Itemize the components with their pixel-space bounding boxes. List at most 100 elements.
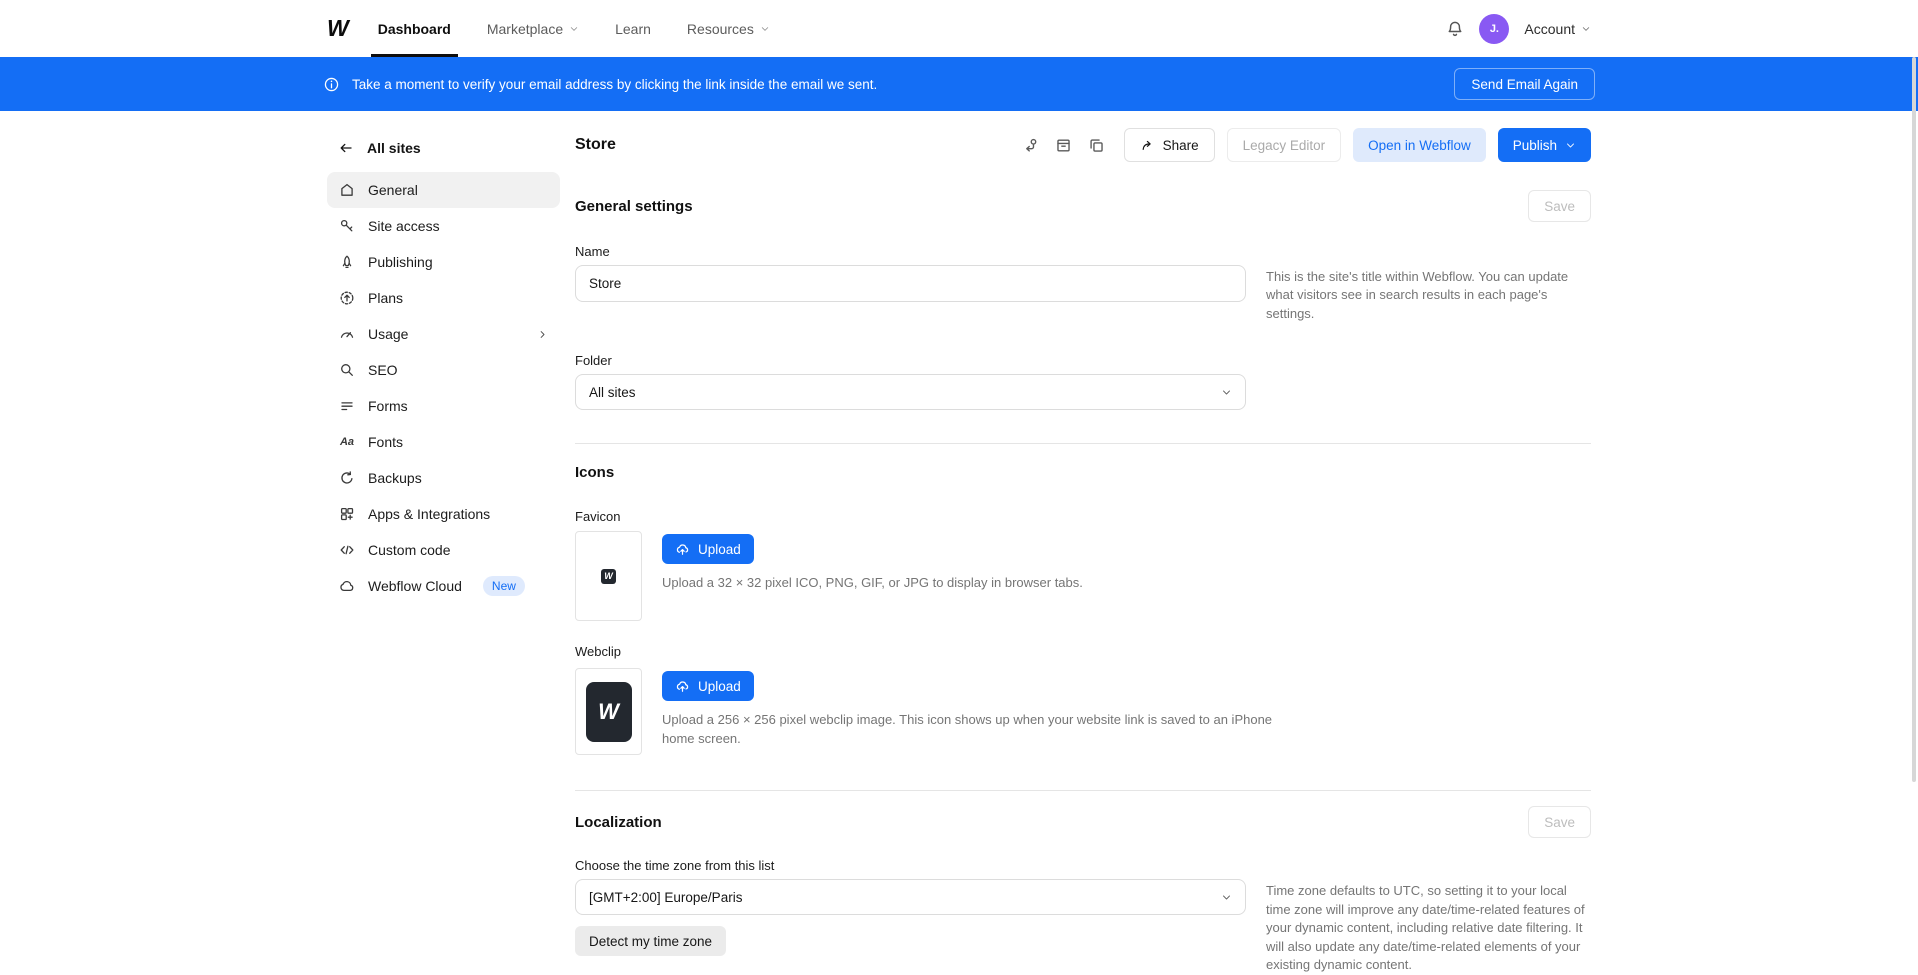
page-scrollbar[interactable] <box>1912 57 1916 782</box>
open-in-webflow-label: Open in Webflow <box>1368 138 1471 153</box>
back-to-all-sites[interactable]: All sites <box>327 138 575 158</box>
sidebar-item-label: General <box>368 182 418 198</box>
section-divider <box>575 790 1591 791</box>
sidebar-item-webflow-cloud[interactable]: Webflow Cloud New <box>327 568 560 604</box>
upload-cloud-icon <box>675 542 690 557</box>
section-divider <box>575 443 1591 444</box>
webclip-help-text: Upload a 256 × 256 pixel webclip image. … <box>662 711 1284 749</box>
webclip-label: Webclip <box>575 644 1591 659</box>
nav-tab-dashboard-label: Dashboard <box>378 21 451 37</box>
legacy-editor-label: Legacy Editor <box>1243 138 1326 153</box>
publish-button[interactable]: Publish <box>1498 128 1591 162</box>
webclip-upload-button[interactable]: Upload <box>662 671 754 701</box>
sidebar-item-apps-integrations[interactable]: Apps & Integrations <box>327 496 560 532</box>
icons-section-header: Icons <box>575 462 1591 482</box>
nav-tab-marketplace[interactable]: Marketplace <box>487 0 579 57</box>
chevron-down-icon <box>569 24 579 34</box>
sidebar-item-label: Site access <box>368 218 440 234</box>
transfer-site-icon[interactable] <box>1022 136 1040 154</box>
back-arrow-icon <box>338 140 354 156</box>
timezone-select-value: [GMT+2:00] Europe/Paris <box>589 890 742 905</box>
legacy-editor-button[interactable]: Legacy Editor <box>1227 128 1342 162</box>
sidebar-item-label: Forms <box>368 398 408 414</box>
share-button[interactable]: Share <box>1124 128 1215 162</box>
upload-cloud-icon <box>675 679 690 694</box>
favicon-help-text: Upload a 32 × 32 pixel ICO, PNG, GIF, or… <box>662 574 1083 593</box>
settings-sidebar: All sites General Site access Publishing… <box>327 128 575 975</box>
nav-tab-marketplace-label: Marketplace <box>487 21 563 37</box>
key-icon <box>339 218 355 234</box>
chevron-right-icon <box>537 329 548 340</box>
nav-tab-learn[interactable]: Learn <box>615 0 651 57</box>
favicon-upload-button[interactable]: Upload <box>662 534 754 564</box>
search-icon <box>339 362 355 378</box>
timezone-select[interactable]: [GMT+2:00] Europe/Paris <box>575 879 1246 915</box>
sidebar-item-label: SEO <box>368 362 398 378</box>
form-lines-icon <box>339 398 355 414</box>
chevron-down-icon <box>1581 24 1591 34</box>
sidebar-item-general[interactable]: General <box>327 172 560 208</box>
banner-message: Take a moment to verify your email addre… <box>352 77 877 92</box>
timezone-help-text: Time zone defaults to UTC, so setting it… <box>1266 879 1591 974</box>
duplicate-icon[interactable] <box>1088 136 1106 154</box>
gauge-icon <box>339 326 355 342</box>
nav-tab-learn-label: Learn <box>615 21 651 37</box>
detect-timezone-button[interactable]: Detect my time zone <box>575 926 726 956</box>
share-label: Share <box>1163 138 1199 153</box>
webclip-upload-label: Upload <box>698 679 741 694</box>
code-icon <box>339 542 355 558</box>
page-title: Store <box>575 136 616 154</box>
sidebar-item-usage[interactable]: Usage <box>327 316 560 352</box>
send-email-again-button[interactable]: Send Email Again <box>1454 68 1595 100</box>
chevron-down-icon <box>760 24 770 34</box>
general-save-button[interactable]: Save <box>1528 190 1591 222</box>
sidebar-item-fonts[interactable]: Aa Fonts <box>327 424 560 460</box>
sidebar-item-backups[interactable]: Backups <box>327 460 560 496</box>
name-field-label: Name <box>575 244 1591 259</box>
nav-tab-dashboard[interactable]: Dashboard <box>378 0 451 57</box>
account-menu[interactable]: Account <box>1524 21 1591 37</box>
publish-label: Publish <box>1513 138 1557 153</box>
sidebar-item-plans[interactable]: Plans <box>327 280 560 316</box>
sidebar-item-label: Fonts <box>368 434 403 450</box>
fonts-aa-icon: Aa <box>339 436 355 448</box>
sidebar-item-site-access[interactable]: Site access <box>327 208 560 244</box>
info-icon <box>323 76 340 93</box>
history-icon <box>339 470 355 486</box>
open-in-webflow-button[interactable]: Open in Webflow <box>1353 128 1486 162</box>
upgrade-circle-icon <box>339 290 355 306</box>
top-nav: W Dashboard Marketplace Learn Resources … <box>0 0 1918 57</box>
folder-select[interactable]: All sites <box>575 374 1246 410</box>
nav-tab-resources[interactable]: Resources <box>687 0 770 57</box>
notifications-bell-icon[interactable] <box>1446 20 1464 38</box>
chevron-down-icon <box>1221 387 1232 398</box>
favicon-preview: W <box>575 531 642 621</box>
settings-main: Store Share <box>575 128 1591 975</box>
share-arrow-icon <box>1140 138 1155 153</box>
folder-select-value: All sites <box>589 385 636 400</box>
localization-title: Localization <box>575 814 662 831</box>
cloud-icon <box>339 578 355 594</box>
localization-save-button[interactable]: Save <box>1528 806 1591 838</box>
favicon-mark: W <box>601 569 616 584</box>
sidebar-item-custom-code[interactable]: Custom code <box>327 532 560 568</box>
sidebar-item-label: Plans <box>368 290 403 306</box>
webclip-mark: W <box>586 682 632 742</box>
chevron-down-icon <box>1221 892 1232 903</box>
nav-tab-resources-label: Resources <box>687 21 754 37</box>
webflow-logo[interactable]: W <box>327 15 348 42</box>
account-label: Account <box>1524 21 1575 37</box>
avatar[interactable]: J. <box>1479 14 1509 44</box>
site-name-input[interactable] <box>575 265 1246 302</box>
favicon-upload-label: Upload <box>698 542 741 557</box>
general-settings-title: General settings <box>575 198 693 215</box>
sidebar-item-publishing[interactable]: Publishing <box>327 244 560 280</box>
timezone-label: Choose the time zone from this list <box>575 858 1591 873</box>
sidebar-item-seo[interactable]: SEO <box>327 352 560 388</box>
archive-icon[interactable] <box>1055 136 1073 154</box>
sidebar-item-forms[interactable]: Forms <box>327 388 560 424</box>
sidebar-item-label: Usage <box>368 326 408 342</box>
sidebar-item-label: Webflow Cloud <box>368 578 462 594</box>
home-icon <box>339 182 355 198</box>
apps-grid-icon <box>339 506 355 522</box>
